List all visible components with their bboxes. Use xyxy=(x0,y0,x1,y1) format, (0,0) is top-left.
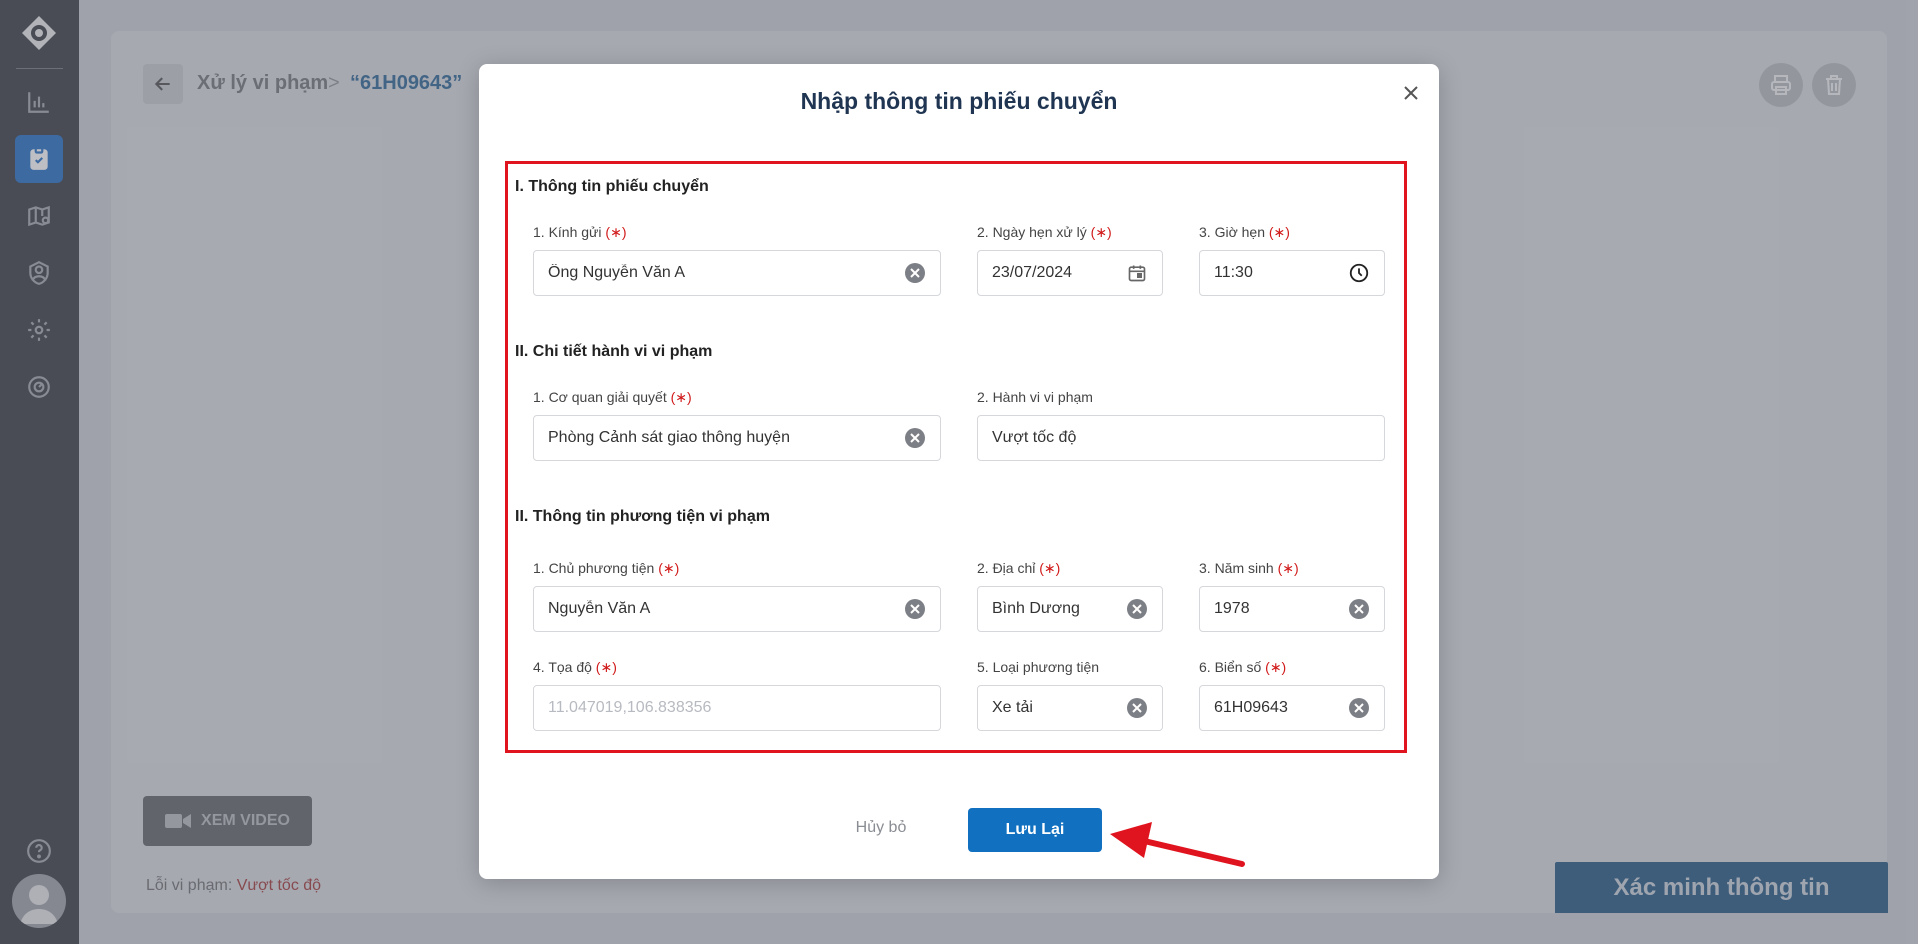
agency-label: 1. Cơ quan giải quyết (∗) xyxy=(533,389,692,405)
close-icon xyxy=(1404,86,1418,100)
coordinates-value: 11.047019,106.838356 xyxy=(548,699,712,716)
recipient-label: 1. Kính gửi (∗) xyxy=(533,224,627,240)
deadline-date-field[interactable]: 23/07/2024 xyxy=(977,250,1163,296)
coordinates-field[interactable]: 11.047019,106.838356 xyxy=(533,685,941,731)
clock-icon[interactable] xyxy=(1348,262,1370,284)
deadline-date-value: 23/07/2024 xyxy=(992,264,1073,281)
required-mark: (∗) xyxy=(1268,224,1290,240)
birth-year-field[interactable]: 1978 xyxy=(1199,586,1385,632)
required-mark: (∗) xyxy=(658,560,680,576)
clear-icon[interactable] xyxy=(1126,697,1148,719)
vehicle-type-field[interactable]: Xe tải xyxy=(977,685,1163,731)
required-mark: (∗) xyxy=(605,224,627,240)
birth-year-value: 1978 xyxy=(1214,600,1250,617)
address-value: Bình Dương xyxy=(992,600,1080,617)
coordinates-label: 4. Tọa độ (∗) xyxy=(533,659,617,675)
deadline-time-value: 11:30 xyxy=(1214,264,1253,281)
required-mark: (∗) xyxy=(1277,560,1299,576)
agency-field[interactable]: Phòng Cảnh sát giao thông huyện xyxy=(533,415,941,461)
address-label: 2. Địa chỉ (∗) xyxy=(977,560,1061,576)
annotation-arrow-icon xyxy=(1110,822,1245,867)
cancel-button[interactable]: Hủy bỏ xyxy=(836,808,926,848)
required-mark: (∗) xyxy=(670,389,692,405)
save-button[interactable]: Lưu Lại xyxy=(968,808,1102,852)
required-mark: (∗) xyxy=(1265,659,1287,675)
owner-label: 1. Chủ phương tiện (∗) xyxy=(533,560,680,576)
violation-label: 2. Hành vi vi phạm xyxy=(977,389,1093,405)
clear-icon[interactable] xyxy=(904,598,926,620)
transfer-slip-modal: Nhập thông tin phiếu chuyển I. Thông tin… xyxy=(479,64,1439,879)
plate-label: 6. Biển số (∗) xyxy=(1199,659,1287,675)
owner-field[interactable]: Nguyễn Văn A xyxy=(533,586,941,632)
plate-field[interactable]: 61H09643 xyxy=(1199,685,1385,731)
violation-field[interactable]: Vượt tốc độ xyxy=(977,415,1385,461)
vehicle-type-value: Xe tải xyxy=(992,699,1033,716)
modal-title: Nhập thông tin phiếu chuyển xyxy=(800,88,1118,114)
recipient-value: Ông Nguyễn Văn A xyxy=(548,264,685,281)
deadline-time-field[interactable]: 11:30 xyxy=(1199,250,1385,296)
clear-icon[interactable] xyxy=(904,427,926,449)
deadline-date-label: 2. Ngày hẹn xử lý (∗) xyxy=(977,224,1112,240)
required-mark: (∗) xyxy=(595,659,617,675)
owner-value: Nguyễn Văn A xyxy=(548,600,651,617)
section-title-violation-details: II. Chi tiết hành vi vi phạm xyxy=(515,343,713,360)
clear-icon[interactable] xyxy=(1348,598,1370,620)
plate-value: 61H09643 xyxy=(1214,699,1288,716)
address-field[interactable]: Bình Dương xyxy=(977,586,1163,632)
clear-icon[interactable] xyxy=(1348,697,1370,719)
birth-year-label: 3. Năm sinh (∗) xyxy=(1199,560,1299,576)
recipient-field[interactable]: Ông Nguyễn Văn A xyxy=(533,250,941,296)
deadline-time-label: 3. Giờ hẹn (∗) xyxy=(1199,224,1290,240)
close-button[interactable] xyxy=(1399,81,1423,105)
agency-value: Phòng Cảnh sát giao thông huyện xyxy=(548,429,790,446)
required-mark: (∗) xyxy=(1090,224,1112,240)
section-title-vehicle-info: II. Thông tin phương tiện vi phạm xyxy=(515,508,770,525)
vehicle-type-label: 5. Loại phương tiện xyxy=(977,659,1100,675)
required-mark: (∗) xyxy=(1039,560,1061,576)
calendar-icon[interactable] xyxy=(1126,262,1148,284)
violation-value: Vượt tốc độ xyxy=(992,429,1077,446)
section-title-transfer-info: I. Thông tin phiếu chuyển xyxy=(515,178,709,195)
clear-icon[interactable] xyxy=(904,262,926,284)
clear-icon[interactable] xyxy=(1126,598,1148,620)
